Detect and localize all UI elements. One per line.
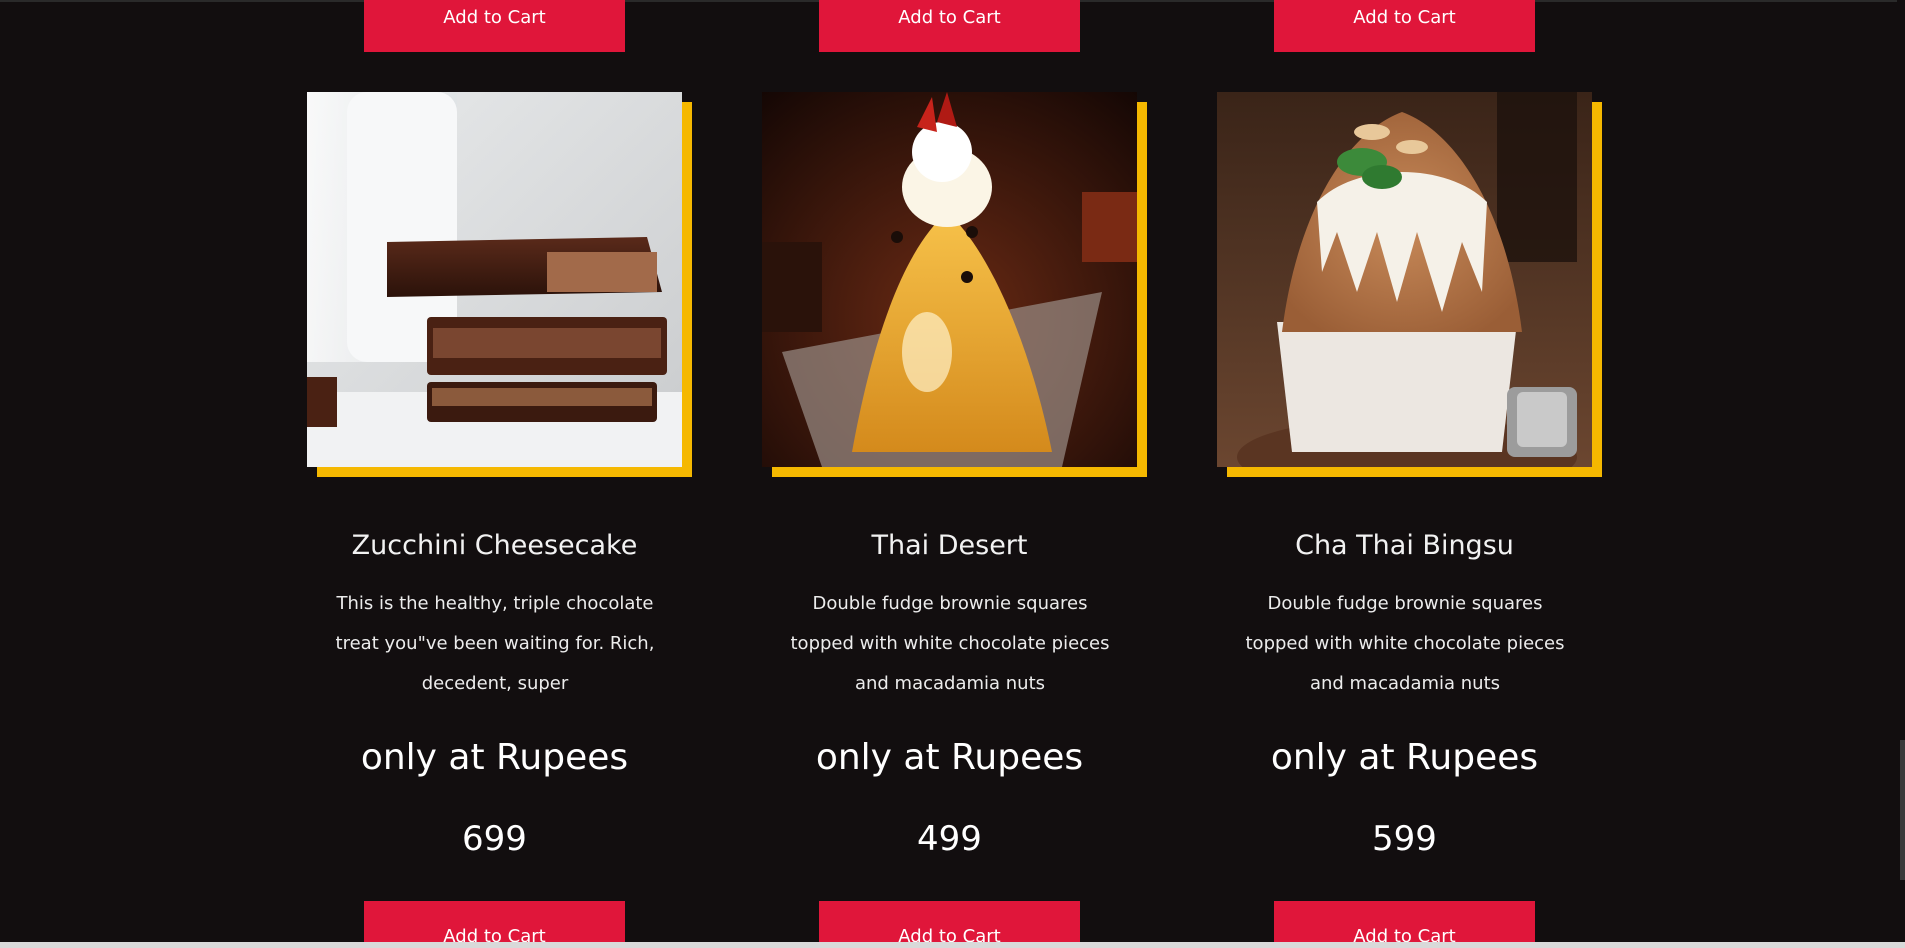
previous-row-buttons: Add to Cart Add to Cart Add to Cart [0,0,1905,60]
product-image-wrap [307,92,692,477]
product-description: Double fudge brownie squares topped with… [1245,593,1565,694]
thai-dessert-picture [762,92,1137,467]
price-label: only at Rupees [1270,737,1539,778]
add-to-cart-button[interactable]: Add to Cart [364,0,625,52]
add-to-cart-button[interactable]: Add to Cart [819,0,1080,52]
product-card: Cha Thai Bingsu Double fudge brownie squ… [1217,92,1617,948]
add-to-cart-button[interactable]: Add to Cart [1274,901,1535,948]
price-label: only at Rupees [360,737,629,778]
product-page: Add to Cart Add to Cart Add to Cart Zucc… [0,0,1905,948]
product-price: 499 [917,819,982,859]
product-price: 599 [1372,819,1437,859]
product-title: Thai Desert [871,530,1028,561]
product-description: Double fudge brownie squares topped with… [790,593,1110,694]
add-to-cart-button[interactable]: Add to Cart [819,901,1080,948]
scrollbar-thumb[interactable] [1900,740,1905,880]
product-card: Thai Desert Double fudge brownie squares… [762,92,1162,948]
add-to-cart-button[interactable]: Add to Cart [1274,0,1535,52]
product-image-wrap [762,92,1147,477]
chocolate-bars-image[interactable] [307,92,682,467]
price-label: only at Rupees [815,737,1084,778]
vertical-scrollbar[interactable] [1897,0,1905,948]
product-image-wrap [1217,92,1602,477]
product-description: This is the healthy, triple chocolate tr… [335,593,655,694]
add-to-cart-button[interactable]: Add to Cart [364,901,625,948]
product-card: Zucchini Cheesecake This is the healthy,… [307,92,707,948]
product-title: Cha Thai Bingsu [1295,530,1514,561]
product-price: 699 [462,819,527,859]
thai-dessert-image[interactable] [762,92,1137,467]
chocolate-bars-picture [307,92,682,467]
horizontal-scrollbar[interactable] [0,942,1905,948]
product-title: Zucchini Cheesecake [351,530,638,561]
bingsu-image[interactable] [1217,92,1592,467]
bingsu-picture [1217,92,1592,467]
